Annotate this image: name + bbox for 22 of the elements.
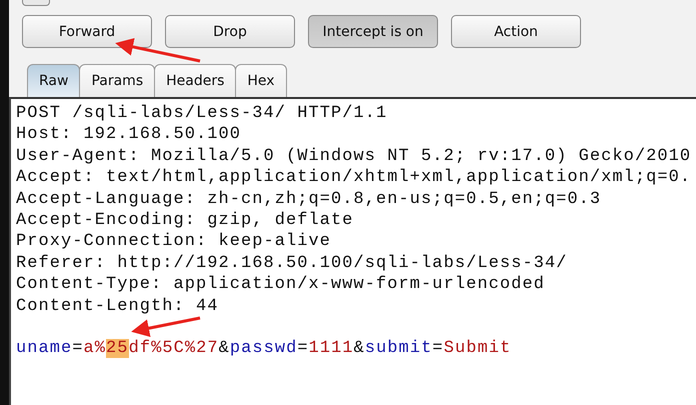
request-editor[interactable] (9, 97, 696, 405)
annotation-arrow (131, 316, 200, 338)
request-line: Proxy-Connection: keep-alive (16, 231, 332, 253)
toolbar-button[interactable]: Intercept is on (308, 15, 438, 48)
request-line: POST /sqli-labs/Less-34/ HTTP/1.1 (16, 103, 388, 124)
request-line: Accept-Language: zh-cn,zh;q=0.8,en-us;q=0.5,en;q=0.3 (16, 188, 602, 210)
tab[interactable]: Hex (235, 64, 287, 97)
request-line: Host: 192.168.50.100 (16, 124, 242, 146)
request-line: Accept-Encoding: gzip, deflate (16, 210, 355, 232)
toolbar-button[interactable]: Forward (22, 15, 152, 48)
request-body: uname=a%25df%5C%27&passwd=1111&submit=Submit (16, 338, 512, 360)
button-edge[interactable] (22, 0, 50, 6)
request-line: Accept: text/html,application/xhtml+xml,application/xml;q=0. (16, 167, 692, 189)
tab[interactable]: Params (79, 64, 156, 97)
request-line: Referer: http://192.168.50.100/sqli-labs/Less-34/ (16, 252, 568, 274)
request-line: Content-Type: application/x-www-form-urlencoded (16, 274, 546, 296)
toolbar-button[interactable]: Action (451, 15, 581, 48)
toolbar-button[interactable]: Drop (165, 15, 295, 48)
request-line: Content-Length: 44 (16, 296, 220, 317)
tab[interactable]: Headers (154, 64, 236, 97)
request-line: User-Agent: Mozilla/5.0 (Windows NT 5.2; rv:17.0) Gecko/2010 (16, 146, 692, 168)
tab[interactable]: Raw (27, 64, 80, 97)
